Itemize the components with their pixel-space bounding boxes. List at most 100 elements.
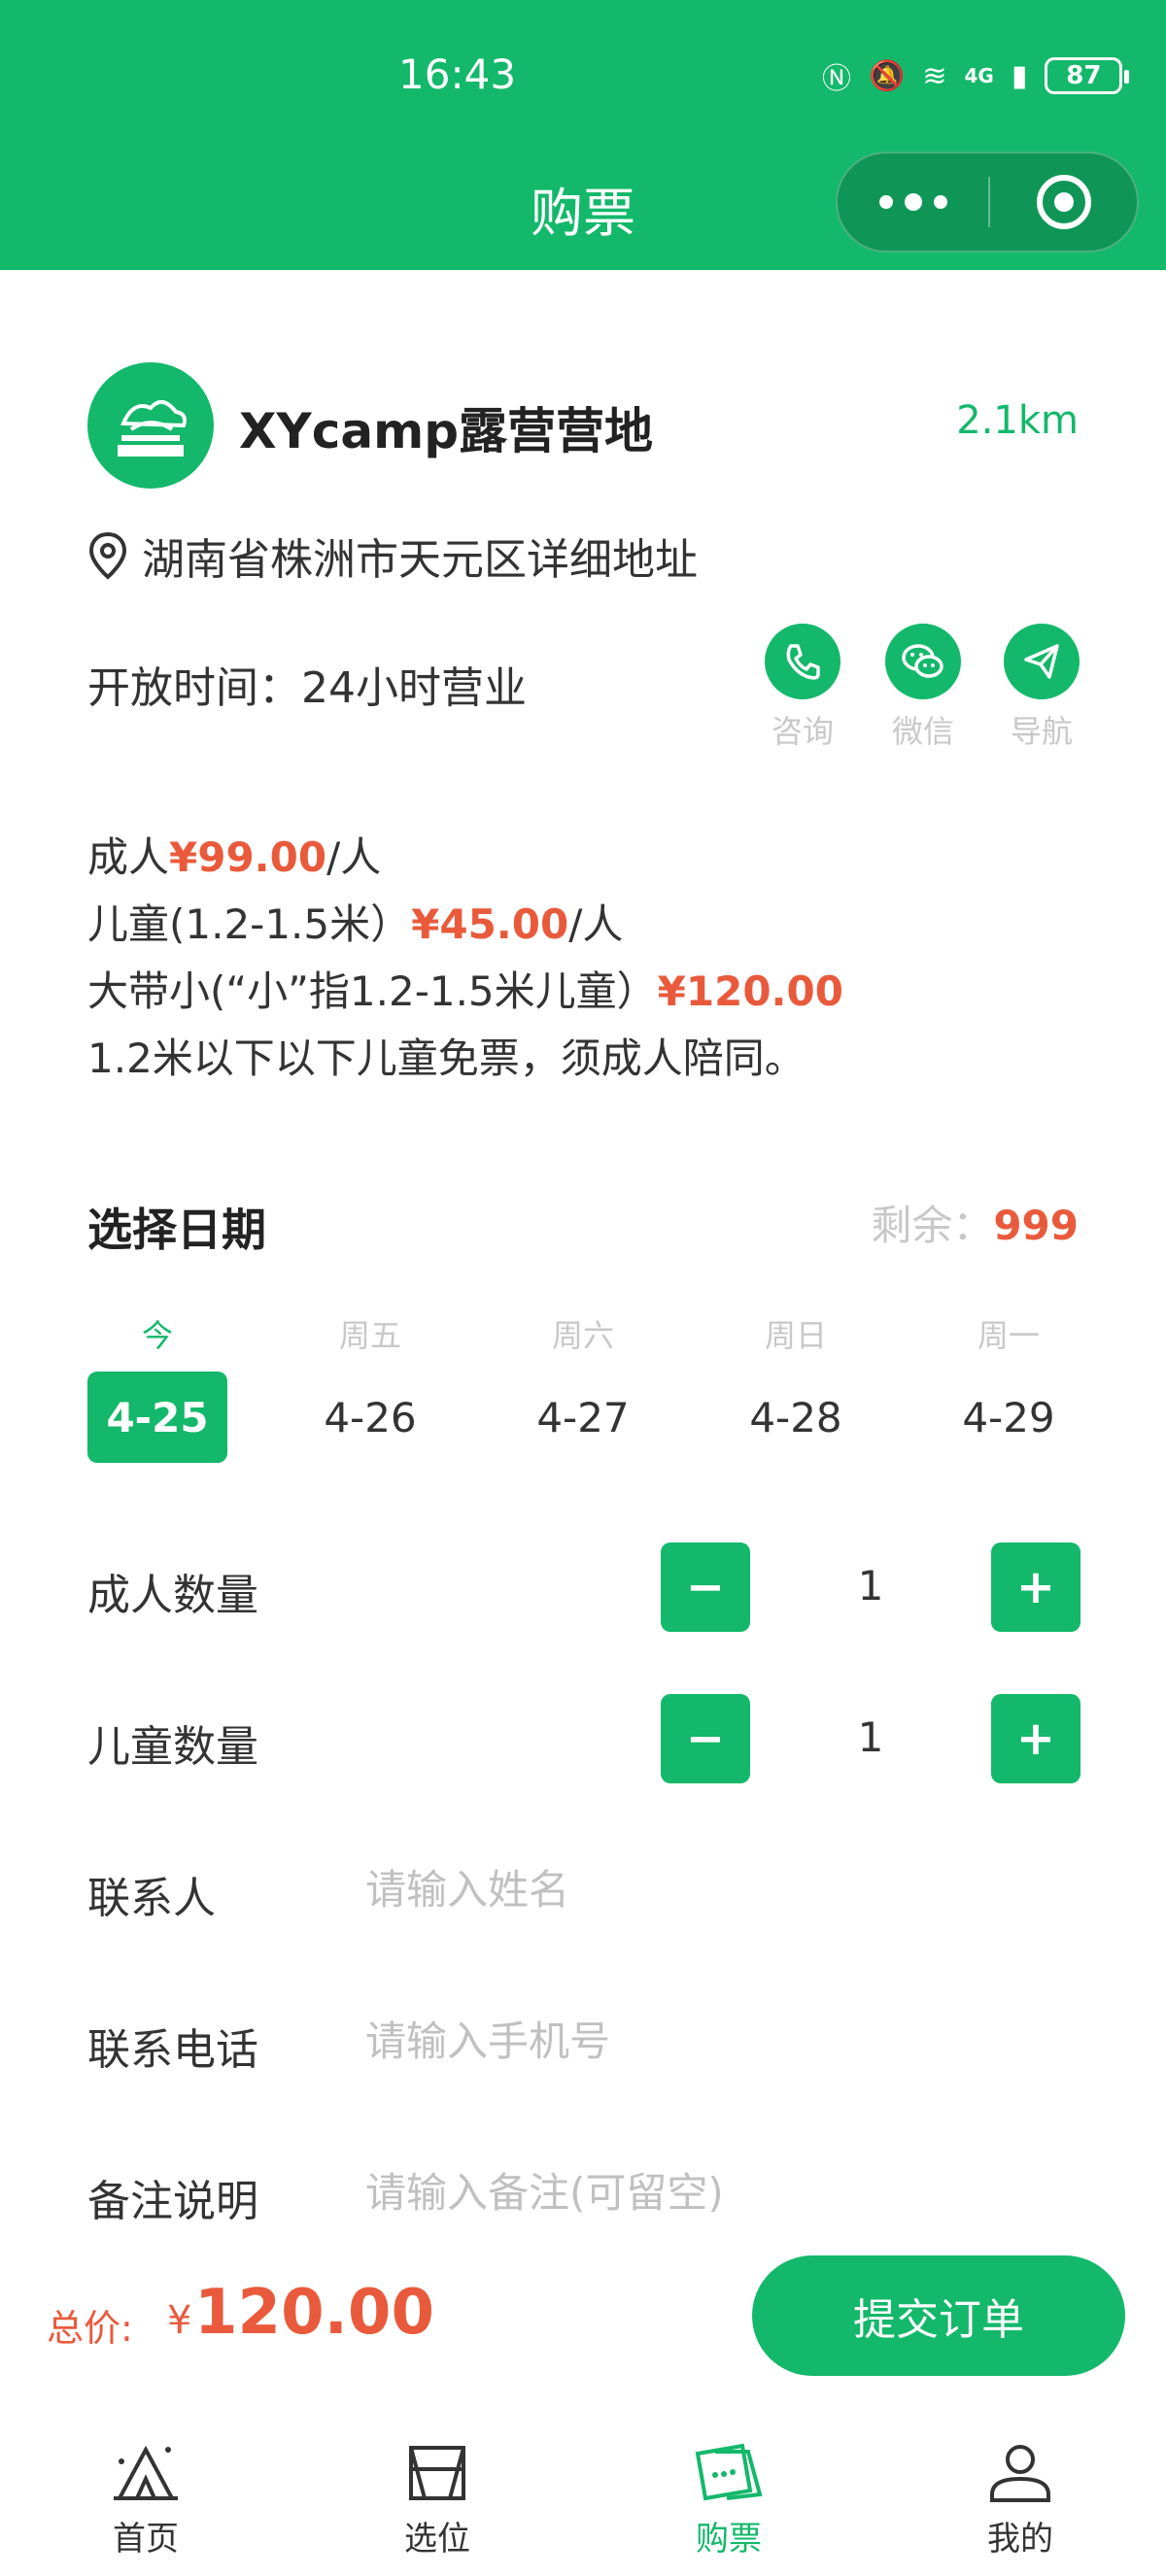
remark-input[interactable] xyxy=(365,2158,1046,2226)
tab-tickets[interactable]: 购票 xyxy=(583,2413,874,2576)
user-icon xyxy=(990,2445,1050,2502)
date-option[interactable]: 今 4-25 xyxy=(87,1311,227,1463)
remark-label: 备注说明 xyxy=(87,2177,258,2226)
phone-icon xyxy=(765,624,840,699)
family-price: ¥120.00 xyxy=(657,967,843,1015)
adult-price: ¥99.00 xyxy=(169,833,327,881)
date-value: 4-27 xyxy=(536,1393,630,1441)
adult-plus-button[interactable]: + xyxy=(991,1542,1080,1632)
date-option[interactable]: 周六 4-27 xyxy=(513,1311,653,1463)
tab-home[interactable]: 首页 xyxy=(0,2413,292,2576)
tab-mine[interactable]: 我的 xyxy=(874,2413,1166,2576)
battery-level: 87 xyxy=(1066,61,1102,90)
mute-icon: 🔕 xyxy=(869,58,906,93)
weekday-label: 周五 xyxy=(338,1317,401,1354)
date-option[interactable]: 周五 4-26 xyxy=(300,1311,440,1463)
address-text: 湖南省株洲市天元区详细地址 xyxy=(142,535,698,585)
camp-name: XYcamp露营营地 xyxy=(239,403,654,459)
wechat-icon xyxy=(885,624,961,699)
child-price-line: 儿童(1.2-1.5米）¥45.00/人 xyxy=(87,891,843,958)
child-price-suffix: /人 xyxy=(568,900,624,948)
header-bar: 16:43 Ⓝ 🔕 ≋ 4G ▮ 87 购票 xyxy=(0,0,1166,270)
family-price-line: 大带小(“小”指1.2-1.5米儿童）¥120.00 xyxy=(87,958,843,1025)
adult-count-value: 1 xyxy=(857,1562,884,1610)
date-value: 4-29 xyxy=(962,1393,1055,1441)
child-count-label: 儿童数量 xyxy=(87,1722,258,1772)
location-pin-icon xyxy=(88,531,127,580)
network-type: 4G xyxy=(964,64,994,87)
navigation-label: 导航 xyxy=(1010,713,1073,750)
dot-icon xyxy=(933,195,947,209)
adult-price-prefix: 成人 xyxy=(87,833,170,881)
date-picker: 今 4-25 周五 4-26 周六 4-27 周日 4-28 周一 4-29 xyxy=(87,1311,1079,1463)
total-price: 120.00 xyxy=(194,2277,434,2349)
contact-label: 联系人 xyxy=(87,1874,216,1923)
tab-select-site[interactable]: 选位 xyxy=(292,2413,583,2576)
price-info: 成人¥99.00/人 儿童(1.2-1.5米）¥45.00/人 大带小(“小”指… xyxy=(87,824,843,1092)
child-count-value: 1 xyxy=(857,1713,884,1761)
remaining-tickets: 剩余：999 xyxy=(871,1193,1079,1252)
adult-price-line: 成人¥99.00/人 xyxy=(87,824,843,891)
map-icon xyxy=(409,2446,465,2500)
hours-value: 24小时营业 xyxy=(301,663,527,713)
contact-name-input[interactable] xyxy=(365,1855,1046,1923)
wechat-label: 微信 xyxy=(891,713,954,750)
tab-home-label: 首页 xyxy=(113,2520,179,2559)
date-value: 4-26 xyxy=(324,1393,417,1441)
status-icons: Ⓝ 🔕 ≋ 4G ▮ 87 xyxy=(822,54,1130,97)
navigation-icon xyxy=(1004,624,1080,699)
date-option[interactable]: 周一 4-29 xyxy=(939,1311,1079,1463)
weekday-label: 周六 xyxy=(551,1317,614,1354)
miniprogram-capsule xyxy=(836,152,1139,253)
more-button[interactable] xyxy=(838,153,988,251)
total-label: 总价: xyxy=(47,2307,133,2350)
battery-icon: 87 xyxy=(1045,57,1130,94)
nfc-icon: Ⓝ xyxy=(822,62,851,96)
phone-label: 联系电话 xyxy=(87,2025,258,2075)
free-ticket-note: 1.2米以下以下儿童免票，须成人陪同。 xyxy=(87,1034,806,1082)
child-minus-button[interactable]: − xyxy=(661,1694,750,1783)
adult-count-label: 成人数量 xyxy=(87,1571,258,1620)
tab-select-site-label: 选位 xyxy=(404,2520,470,2559)
camp-logo-icon xyxy=(118,400,187,457)
tent-icon xyxy=(114,2445,178,2500)
weekday-label: 周日 xyxy=(764,1317,827,1354)
address-row: 湖南省株洲市天元区详细地址 xyxy=(87,525,698,587)
distance: 2.1km xyxy=(956,398,1079,443)
camp-logo xyxy=(87,362,214,489)
date-option[interactable]: 周日 4-28 xyxy=(726,1311,866,1463)
dot-icon xyxy=(904,193,922,211)
child-plus-button[interactable]: + xyxy=(991,1694,1080,1783)
total-currency: ¥ xyxy=(167,2298,192,2343)
close-miniprogram-button[interactable] xyxy=(990,153,1137,251)
weekday-label: 今 xyxy=(141,1317,173,1354)
signal-icon: ▮ xyxy=(1011,58,1028,93)
phone-input[interactable] xyxy=(365,2007,1046,2075)
remain-value: 999 xyxy=(993,1202,1079,1249)
opening-hours: 开放时间：24小时营业 xyxy=(87,653,527,715)
tab-tickets-label: 购票 xyxy=(696,2520,762,2559)
date-value-selected: 4-25 xyxy=(87,1372,227,1463)
bottom-tabbar: 首页 选位 购票 我的 xyxy=(0,2413,1166,2576)
adult-price-suffix: /人 xyxy=(326,833,382,881)
target-icon xyxy=(1036,175,1091,229)
dot-icon xyxy=(878,195,893,209)
weekday-label: 周一 xyxy=(977,1317,1040,1354)
consult-label: 咨询 xyxy=(771,713,834,750)
status-time: 16:43 xyxy=(398,51,517,98)
tab-mine-label: 我的 xyxy=(987,2520,1053,2559)
wechat-button[interactable]: 微信 xyxy=(884,624,962,752)
hours-label: 开放时间： xyxy=(87,663,301,713)
family-price-prefix: 大带小(“小”指1.2-1.5米儿童） xyxy=(87,967,658,1015)
consult-button[interactable]: 咨询 xyxy=(764,624,841,752)
ticket-icon xyxy=(695,2443,763,2501)
date-section-title: 选择日期 xyxy=(87,1203,266,1256)
date-value: 4-28 xyxy=(749,1393,842,1441)
remain-label: 剩余： xyxy=(871,1202,994,1249)
navigation-button[interactable]: 导航 xyxy=(1003,624,1080,752)
adult-minus-button[interactable]: − xyxy=(661,1542,750,1632)
wifi-icon: ≋ xyxy=(922,58,947,93)
submit-order-button[interactable]: 提交订单 xyxy=(752,2255,1125,2376)
child-price: ¥45.00 xyxy=(411,900,569,948)
child-price-prefix: 儿童(1.2-1.5米） xyxy=(87,900,412,948)
